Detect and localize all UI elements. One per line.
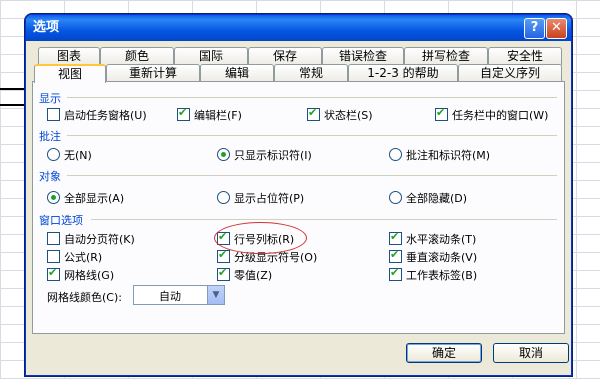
- option-label: 公式(R): [64, 251, 103, 264]
- option-label: 启动任务窗格(U): [64, 109, 147, 122]
- radio-icon: [217, 191, 230, 204]
- tab-chart[interactable]: 图表: [38, 47, 100, 65]
- options-dialog: 选项 ? ✕ 图表 颜色 国际 保存 错误检查 拼写检查 安全性 视图 重新计算…: [25, 14, 572, 376]
- checkbox-checked-icon: [307, 106, 320, 121]
- help-button[interactable]: ?: [524, 18, 545, 39]
- option-status-bar[interactable]: 状态栏(S): [307, 106, 373, 123]
- section-divider: [91, 219, 557, 220]
- option-hide-all[interactable]: 全部隐藏(D): [389, 190, 467, 206]
- active-cell[interactable]: [0, 88, 28, 106]
- radio-icon: [47, 148, 60, 161]
- chevron-down-icon[interactable]: ▼: [207, 286, 224, 304]
- tab-save[interactable]: 保存: [248, 47, 322, 65]
- option-label: 水平滚动条(T): [406, 233, 477, 246]
- option-comments-none[interactable]: 无(N): [47, 147, 92, 163]
- option-label: 全部隐藏(D): [406, 192, 468, 205]
- option-label: 批注和标识符(M): [406, 149, 491, 162]
- option-horizontal-scrollbar[interactable]: 水平滚动条(T): [389, 230, 477, 247]
- checkbox-icon: [47, 232, 60, 245]
- tab-spelling[interactable]: 拼写检查: [404, 47, 488, 65]
- tab-view[interactable]: 视图: [34, 64, 106, 83]
- option-zero-values[interactable]: 零值(Z): [217, 266, 273, 283]
- tab-general[interactable]: 常规: [274, 64, 348, 82]
- red-annotation-circle: [214, 222, 307, 254]
- display-section-title: 显示: [39, 92, 61, 105]
- radio-selected-icon: [217, 148, 230, 161]
- option-label: 垂直滚动条(V): [406, 251, 478, 264]
- checkbox-icon: [47, 250, 60, 263]
- radio-icon: [389, 148, 402, 161]
- dialog-title: 选项: [33, 20, 60, 35]
- checkbox-checked-icon: [435, 106, 448, 121]
- section-divider: [67, 175, 557, 176]
- option-label: 无(N): [64, 149, 92, 162]
- window-options-section-title: 窗口选项: [39, 214, 83, 227]
- tab-custom-lists[interactable]: 自定义序列: [458, 64, 562, 82]
- checkbox-icon: [47, 108, 60, 121]
- gridline-color-label: 网格线颜色(C):: [47, 291, 122, 304]
- cancel-button[interactable]: 取消: [493, 343, 569, 363]
- gridline-color-select[interactable]: 自动 ▼: [133, 285, 225, 305]
- option-show-placeholders[interactable]: 显示占位符(P): [217, 190, 304, 206]
- tab-error-checking[interactable]: 错误检查: [322, 47, 404, 65]
- option-sheet-tabs[interactable]: 工作表标签(B): [389, 266, 478, 283]
- option-label: 网格线(G): [64, 269, 115, 282]
- radio-icon: [389, 191, 402, 204]
- option-label: 编辑栏(F): [194, 109, 242, 122]
- option-vertical-scrollbar[interactable]: 垂直滚动条(V): [389, 248, 478, 265]
- checkbox-checked-icon: [217, 266, 230, 281]
- checkbox-checked-icon: [47, 266, 60, 281]
- option-label: 自动分页符(K): [64, 233, 135, 246]
- option-gridlines[interactable]: 网格线(G): [47, 266, 115, 283]
- option-show-all[interactable]: 全部显示(A): [47, 190, 124, 206]
- option-label: 状态栏(S): [324, 109, 373, 122]
- tab-security[interactable]: 安全性: [488, 47, 562, 65]
- objects-section-title: 对象: [39, 170, 61, 183]
- option-label: 工作表标签(B): [406, 269, 478, 282]
- section-divider: [67, 97, 557, 98]
- option-comments-and-indicator[interactable]: 批注和标识符(M): [389, 147, 490, 163]
- section-divider: [67, 135, 557, 136]
- tab-international[interactable]: 国际: [174, 47, 248, 65]
- checkbox-checked-icon: [389, 248, 402, 263]
- tab-transition[interactable]: 1-2-3 的帮助: [348, 64, 458, 82]
- radio-selected-icon: [47, 191, 60, 204]
- option-formulas[interactable]: 公式(R): [47, 249, 102, 265]
- checkbox-checked-icon: [217, 248, 230, 263]
- option-label: 零值(Z): [234, 269, 273, 282]
- option-page-breaks[interactable]: 自动分页符(K): [47, 231, 135, 247]
- tab-color[interactable]: 颜色: [100, 47, 174, 65]
- option-formula-bar[interactable]: 编辑栏(F): [177, 106, 242, 123]
- comments-section-title: 批注: [39, 130, 61, 143]
- checkbox-checked-icon: [177, 106, 190, 121]
- title-bar[interactable]: 选项 ? ✕: [26, 15, 571, 41]
- option-windows-in-taskbar[interactable]: 任务栏中的窗口(W): [435, 106, 549, 123]
- gridline-color-value: 自动: [159, 290, 181, 303]
- option-label: 显示占位符(P): [234, 192, 305, 205]
- option-startup-task-pane[interactable]: 启动任务窗格(U): [47, 107, 147, 123]
- ok-button[interactable]: 确定: [406, 343, 482, 363]
- view-tab-panel: 显示 启动任务窗格(U) 编辑栏(F) 状态栏(S) 任务栏中的窗口(W) 批注…: [32, 81, 565, 334]
- option-label: 只显示标识符(I): [234, 149, 312, 162]
- tab-calculation[interactable]: 重新计算: [106, 64, 200, 82]
- checkbox-checked-icon: [389, 230, 402, 245]
- option-comments-indicator-only[interactable]: 只显示标识符(I): [217, 147, 312, 163]
- option-label: 任务栏中的窗口(W): [452, 109, 549, 122]
- checkbox-checked-icon: [389, 266, 402, 281]
- tab-edit[interactable]: 编辑: [200, 64, 274, 82]
- option-label: 全部显示(A): [64, 192, 125, 205]
- close-button[interactable]: ✕: [546, 18, 567, 39]
